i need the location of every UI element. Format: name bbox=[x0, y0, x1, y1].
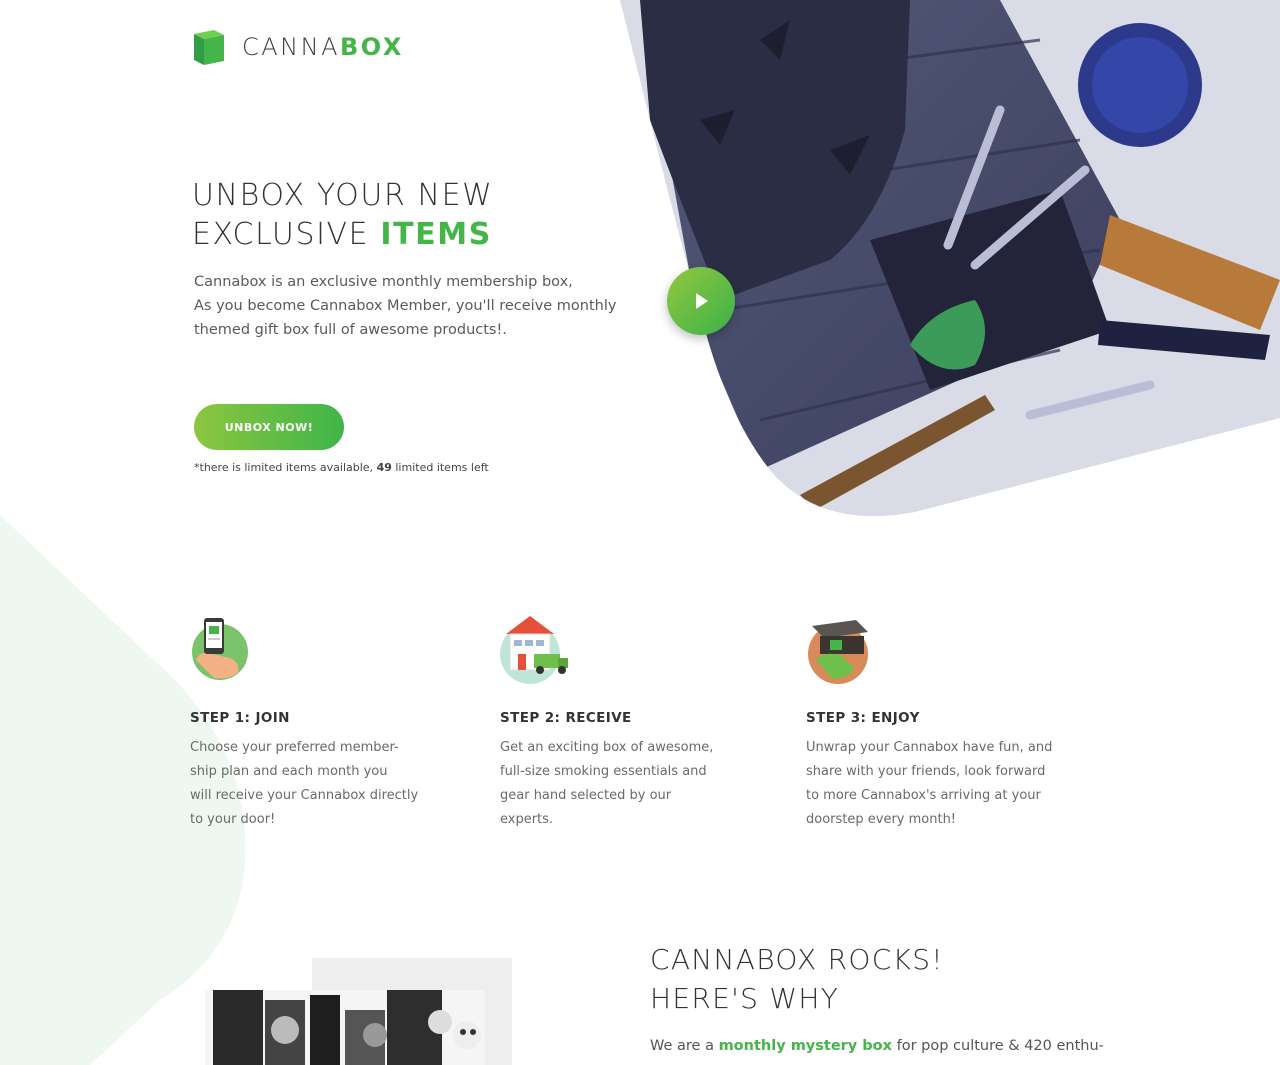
step-title: STEP 3: ENJOY bbox=[806, 710, 920, 726]
step-receive: STEP 2: RECEIVE Get an exciting box of a… bbox=[500, 610, 760, 832]
play-icon bbox=[696, 293, 708, 309]
step-description: Get an exciting box of awesome, full-siz… bbox=[500, 740, 714, 827]
products-collage-image bbox=[205, 990, 485, 1065]
step-title: STEP 1: JOIN bbox=[190, 710, 290, 726]
unbox-now-button[interactable]: UNBOX NOW! bbox=[194, 404, 344, 450]
hero-description: Cannabox is an exclusive monthly members… bbox=[194, 274, 617, 338]
step-description: Choose your preferred member- ship plan … bbox=[190, 740, 419, 827]
stock-notice: *there is limited items available, 49 li… bbox=[194, 461, 489, 474]
house-delivery-truck-icon bbox=[500, 616, 568, 684]
hero-title: UNBOX YOUR NEW EXCLUSIVE ITEMS bbox=[192, 178, 494, 252]
rocks-intro-text: We are a monthly mystery box for pop cul… bbox=[650, 1038, 1104, 1054]
step-title: STEP 2: RECEIVE bbox=[500, 710, 632, 726]
brand-name: CANNABOX bbox=[242, 33, 404, 61]
cube-logo-icon bbox=[194, 30, 224, 65]
step-enjoy: STEP 3: ENJOY Unwrap your Cannabox have … bbox=[806, 610, 1066, 832]
brand-logo[interactable]: CANNABOX bbox=[190, 28, 404, 66]
step-join: STEP 1: JOIN Choose your preferred membe… bbox=[190, 610, 450, 832]
play-video-button[interactable] bbox=[667, 267, 735, 335]
hero-product-photo bbox=[620, 0, 1280, 517]
mystery-box-link[interactable]: monthly mystery box bbox=[719, 1038, 892, 1054]
phone-in-hand-icon bbox=[192, 618, 248, 680]
open-box-icon bbox=[808, 620, 868, 684]
rocks-heading: CANNABOX ROCKS! HERE'S WHY bbox=[650, 943, 944, 1015]
step-description: Unwrap your Cannabox have fun, and share… bbox=[806, 740, 1053, 827]
